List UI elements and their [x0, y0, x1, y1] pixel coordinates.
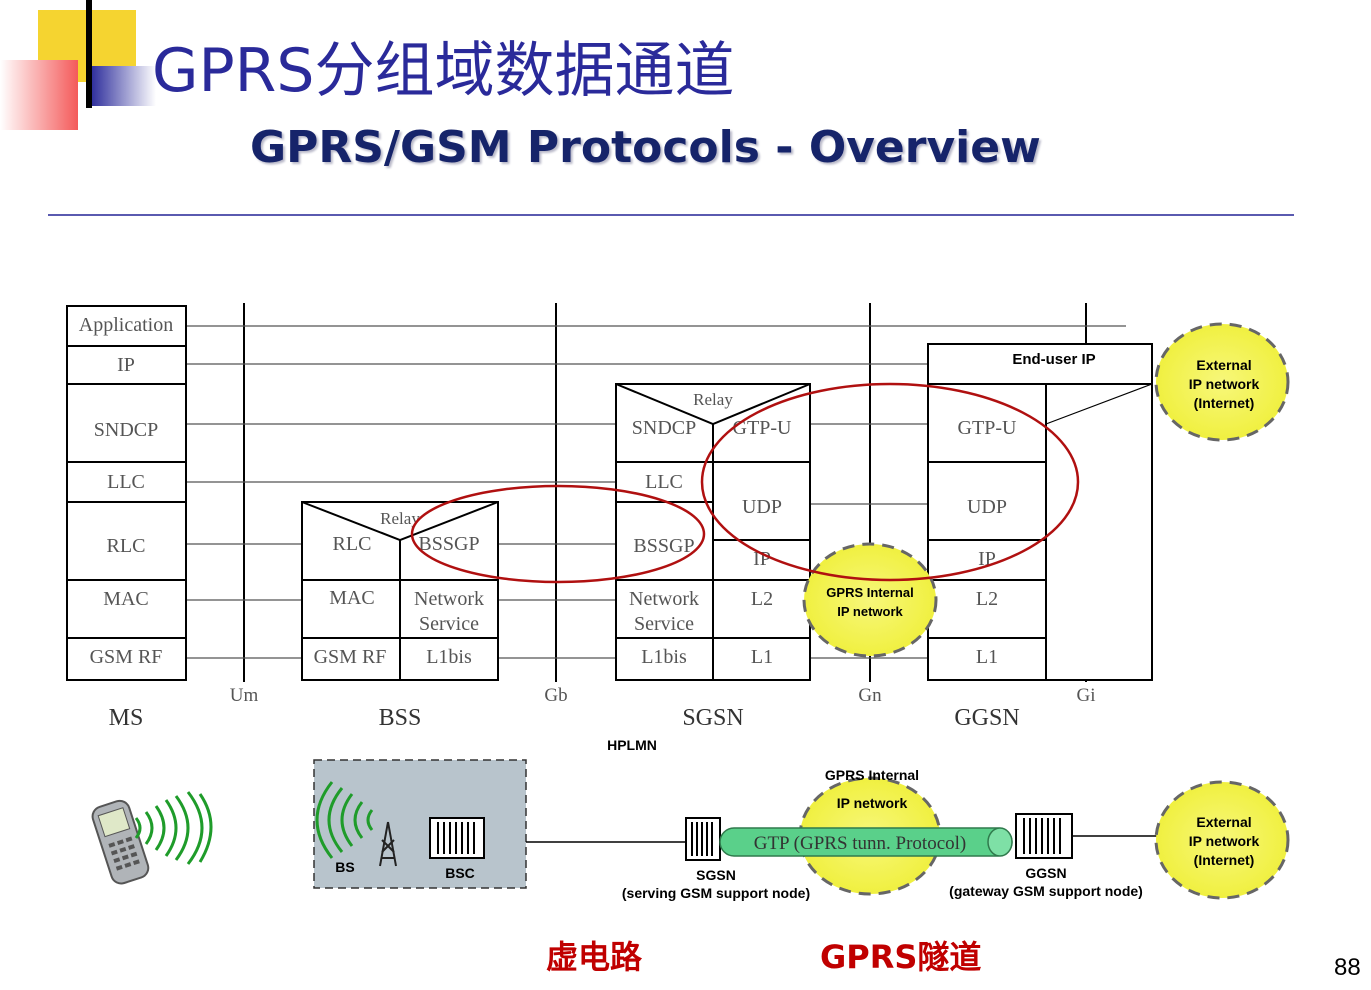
sgsn-layer-network: Network: [629, 588, 699, 610]
node-name-ms: MS: [109, 705, 144, 731]
ggsn-rack-icon: [1015, 813, 1073, 859]
page-number: 88: [1334, 954, 1361, 981]
hplmn-label: HPLMN: [607, 737, 657, 753]
sgsn-layer-gtpu: GTP-U: [733, 417, 792, 439]
external-cloud-bottom: External IP network (Internet): [1154, 780, 1290, 900]
interface-gb: Gb: [544, 685, 567, 706]
interface-um: Um: [230, 685, 259, 706]
external-top-line3: (Internet): [1194, 395, 1255, 411]
ggsn-layer-udp: UDP: [967, 496, 1007, 518]
bss-layer-l1bis: L1bis: [426, 646, 472, 668]
ms-layer-ip: IP: [117, 354, 135, 376]
protocol-diagram: Application IP SNDCP LLC RLC MAC GSM RF …: [66, 303, 1290, 901]
gprs-internal-top-line1: GPRS Internal: [826, 585, 913, 600]
node-name-sgsn: SGSN: [682, 705, 743, 731]
sgsn-layer-l1bis: L1bis: [641, 646, 687, 668]
bss-layer-bssgp: BSSGP: [418, 533, 479, 555]
ms-layer-rlc: RLC: [107, 535, 146, 557]
bsc-rack-icon: [429, 817, 485, 859]
gtp-tunnel: GTP (GPRS tunn. Protocol): [719, 827, 1013, 857]
ggsn-layer-l2: L2: [976, 588, 998, 610]
sgsn-relay-label: Relay: [693, 390, 733, 409]
external-top-line2: IP network: [1189, 376, 1260, 392]
sgsn-layer-llc: LLC: [645, 471, 683, 493]
bsc-label: BSC: [445, 865, 475, 881]
ms-layer-llc: LLC: [107, 471, 145, 493]
ms-layer-mac: MAC: [103, 588, 149, 610]
external-bottom-line1: External: [1196, 814, 1251, 830]
gprs-internal-bottom-line2: IP network: [837, 795, 908, 811]
virtual-circuit-label: 虚电路: [546, 938, 643, 976]
ggsn-layer-gtpu: GTP-U: [958, 417, 1017, 439]
ggsn-layer-enduser-ip: End-user IP: [1012, 351, 1095, 368]
sgsn-device-label: SGSN: [696, 867, 736, 883]
external-bottom-line3: (Internet): [1194, 852, 1255, 868]
gtp-tunnel-label: GTP (GPRS tunn. Protocol): [754, 833, 967, 854]
ggsn-layer-l1: L1: [976, 646, 998, 668]
mobile-phone-icon: [91, 799, 150, 885]
bs-label: BS: [335, 859, 354, 875]
interface-gi: Gi: [1077, 685, 1096, 706]
bss-layer-gsmrf: GSM RF: [314, 646, 387, 668]
gprs-tunnel-label: GPRS隧道: [820, 938, 982, 976]
bss-layer-network: Network: [414, 588, 484, 610]
sgsn-layer-l1: L1: [751, 646, 773, 668]
node-name-bss: BSS: [379, 705, 422, 731]
ggsn-stack: [927, 343, 1153, 681]
sgsn-layer-l2: L2: [751, 588, 773, 610]
node-name-ggsn: GGSN: [954, 705, 1019, 731]
sgsn-rack-icon: [685, 817, 721, 861]
ms-layer-application: Application: [79, 314, 173, 336]
bss-layer-service: Service: [419, 613, 479, 635]
bss-layer-mac: MAC: [329, 587, 375, 609]
sgsn-layer-udp: UDP: [742, 496, 782, 518]
gprs-internal-bottom-line1: GPRS Internal: [825, 767, 919, 783]
sgsn-layer-bssgp: BSSGP: [633, 535, 694, 557]
external-bottom-line2: IP network: [1189, 833, 1260, 849]
gprs-internal-cloud-top: GPRS Internal IP network: [802, 542, 938, 658]
sgsn-layer-sndcp: SNDCP: [632, 417, 696, 439]
bss-layer-rlc: RLC: [333, 533, 372, 555]
ggsn-device-desc: (gateway GSM support node): [949, 883, 1143, 899]
external-top-line1: External: [1196, 357, 1251, 373]
ggsn-device-label: GGSN: [1025, 865, 1066, 881]
phone-signal-waves-icon: [134, 791, 213, 865]
sgsn-layer-service: Service: [634, 613, 694, 635]
sgsn-device-desc: (serving GSM support node): [622, 885, 810, 901]
ms-layer-gsmrf: GSM RF: [90, 646, 163, 668]
gprs-internal-top-line2: IP network: [837, 604, 903, 619]
ms-layer-sndcp: SNDCP: [94, 419, 158, 441]
external-cloud-top: External IP network (Internet): [1154, 322, 1290, 442]
interface-gn: Gn: [858, 685, 882, 706]
